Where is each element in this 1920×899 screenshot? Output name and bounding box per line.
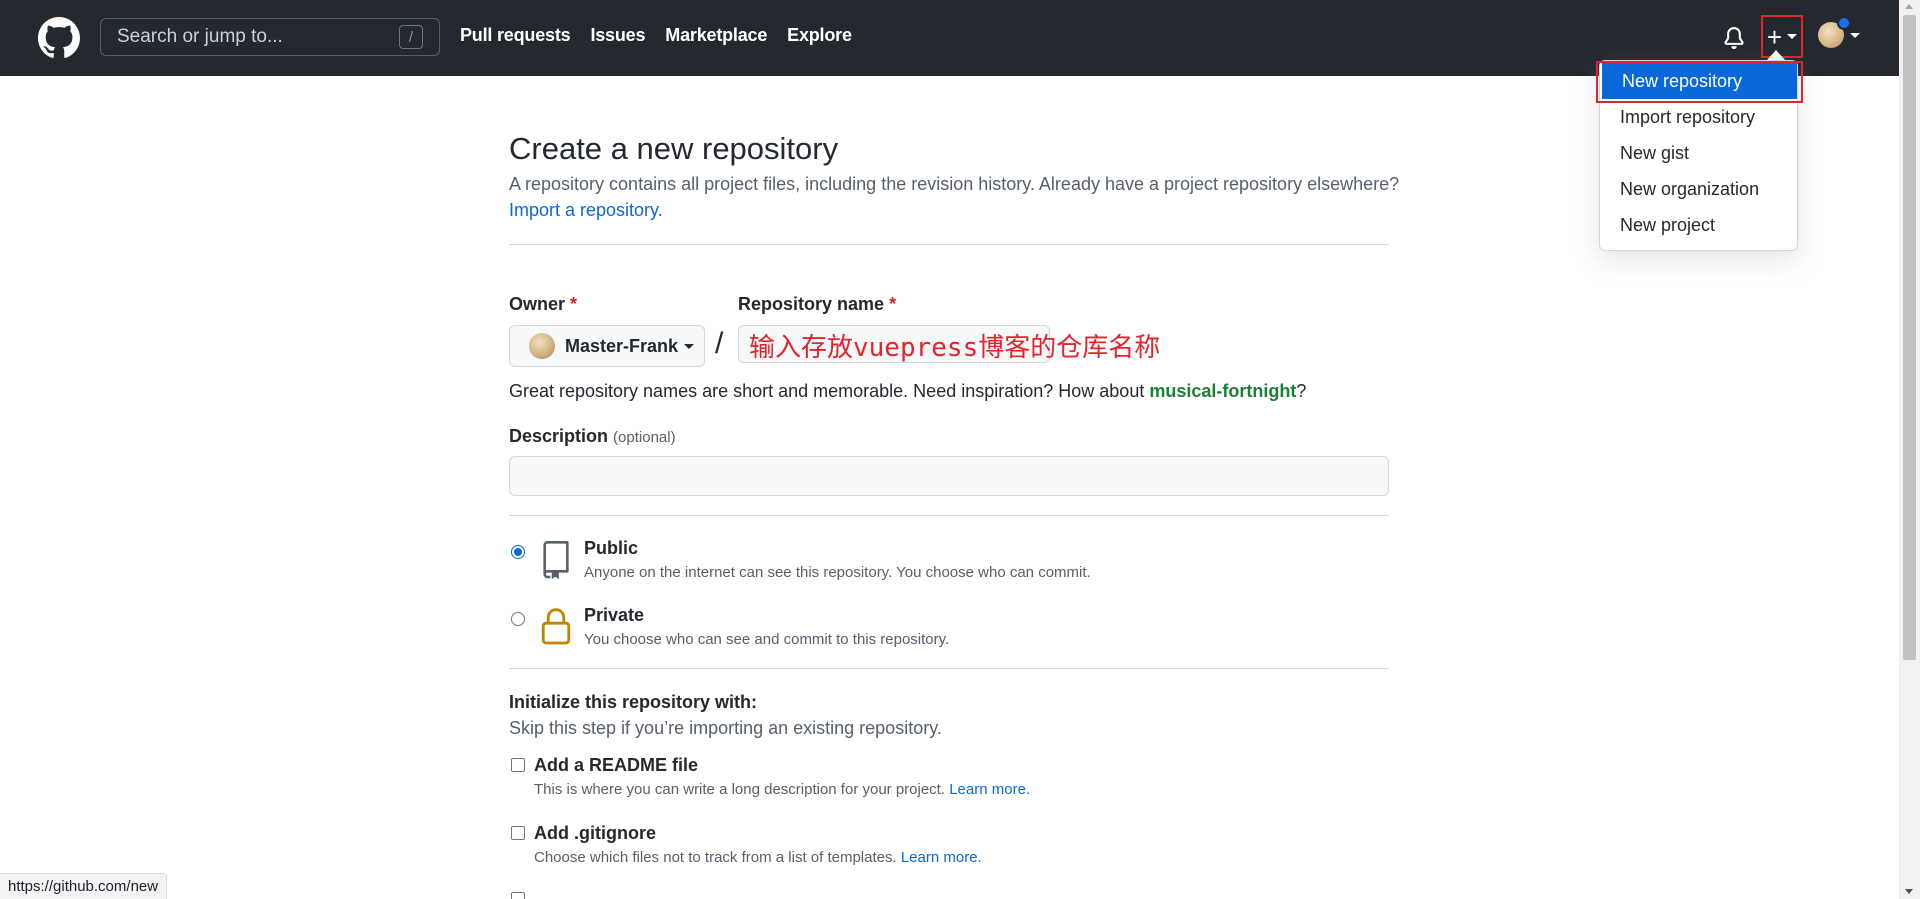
public-title: Public bbox=[584, 538, 639, 558]
readme-checkbox[interactable] bbox=[511, 758, 525, 772]
page-title: Create a new repository bbox=[509, 131, 839, 166]
gitignore-checkbox[interactable] bbox=[511, 826, 525, 840]
owner-select[interactable]: Master-Frank bbox=[509, 325, 705, 367]
menu-item-import-repository[interactable]: Import repository bbox=[1600, 99, 1797, 135]
page-subtitle: A repository contains all project files,… bbox=[509, 174, 1400, 194]
description-label: Description (optional) bbox=[509, 426, 676, 447]
caret-down-icon bbox=[1850, 32, 1860, 38]
gitignore-title: Add .gitignore bbox=[534, 823, 656, 843]
menu-item-new-project[interactable]: New project bbox=[1600, 207, 1797, 243]
github-logo-icon[interactable] bbox=[38, 17, 80, 59]
menu-item-new-gist[interactable]: New gist bbox=[1600, 135, 1797, 171]
nav-explore[interactable]: Explore bbox=[787, 25, 852, 46]
nav-marketplace[interactable]: Marketplace bbox=[665, 25, 767, 46]
user-menu-button[interactable] bbox=[1818, 16, 1860, 48]
hint-suffix: ? bbox=[1296, 381, 1307, 401]
gitignore-description-text: Choose which files not to track from a l… bbox=[534, 849, 897, 866]
notification-dot bbox=[1837, 16, 1851, 30]
create-new-dropdown: New repository Import repository New gis… bbox=[1599, 60, 1798, 251]
header-nav: Pull requests Issues Marketplace Explore bbox=[460, 25, 852, 46]
learn-more-link[interactable]: Learn more. bbox=[949, 781, 1030, 798]
private-radio[interactable] bbox=[511, 612, 525, 626]
description-label-text: Description bbox=[509, 426, 609, 446]
nav-issues[interactable]: Issues bbox=[590, 25, 645, 46]
init-title: Initialize this repository with: bbox=[509, 692, 758, 712]
plus-icon: + bbox=[1766, 21, 1783, 52]
init-subtitle: Skip this step if you’re importing an ex… bbox=[509, 718, 942, 738]
readme-title: Add a README file bbox=[534, 755, 699, 775]
search-placeholder: Search or jump to... bbox=[117, 26, 283, 47]
description-input[interactable] bbox=[509, 456, 1389, 496]
scroll-thumb[interactable] bbox=[1903, 15, 1916, 660]
scroll-up-arrow-icon[interactable] bbox=[1905, 4, 1913, 9]
lock-icon bbox=[541, 608, 571, 645]
menu-item-new-repository[interactable]: New repository bbox=[1602, 63, 1797, 99]
owner-repo-separator: / bbox=[715, 327, 724, 360]
search-input[interactable]: Search or jump to... / bbox=[100, 18, 440, 56]
annotation-text: 输入存放vuepress博客的仓库名称 bbox=[749, 333, 1161, 363]
search-shortcut-key: / bbox=[399, 25, 423, 49]
divider bbox=[509, 515, 1389, 516]
nav-pull-requests[interactable]: Pull requests bbox=[460, 25, 571, 46]
owner-avatar bbox=[529, 333, 555, 359]
dropdown-caret bbox=[1767, 50, 1785, 60]
private-title: Private bbox=[584, 605, 645, 625]
avatar bbox=[1818, 16, 1851, 48]
readme-description: This is where you can write a long descr… bbox=[534, 781, 1030, 798]
import-repository-link[interactable]: Import a repository. bbox=[509, 200, 663, 221]
gitignore-description: Choose which files not to track from a l… bbox=[534, 849, 982, 866]
scroll-down-arrow-icon[interactable] bbox=[1905, 889, 1913, 894]
caret-down-icon bbox=[684, 343, 695, 349]
divider bbox=[509, 668, 1389, 669]
learn-more-link[interactable]: Learn more. bbox=[901, 849, 982, 866]
repo-name-label-text: Repository name bbox=[738, 294, 885, 314]
public-description: Anyone on the internet can see this repo… bbox=[584, 564, 1091, 581]
optional-tag: (optional) bbox=[613, 429, 676, 446]
hint-text: Great repository names are short and mem… bbox=[509, 381, 1150, 401]
owner-label: Owner * bbox=[509, 294, 577, 315]
owner-label-text: Owner bbox=[509, 294, 566, 314]
private-description: You choose who can see and commit to thi… bbox=[584, 631, 950, 648]
owner-name: Master-Frank bbox=[565, 335, 679, 356]
public-radio[interactable] bbox=[511, 545, 525, 559]
scrollbar[interactable] bbox=[1899, 0, 1920, 899]
caret-down-icon bbox=[1787, 34, 1798, 39]
repo-icon bbox=[543, 541, 569, 580]
divider bbox=[509, 244, 1389, 245]
repo-name-label: Repository name * bbox=[738, 294, 896, 315]
required-mark: * bbox=[570, 294, 578, 314]
license-checkbox[interactable] bbox=[511, 892, 525, 899]
readme-description-text: This is where you can write a long descr… bbox=[534, 781, 946, 798]
name-suggestion[interactable]: musical-fortnight bbox=[1149, 381, 1296, 401]
required-mark: * bbox=[889, 294, 897, 314]
status-url: https://github.com/new bbox=[0, 873, 168, 899]
menu-item-new-organization[interactable]: New organization bbox=[1600, 171, 1797, 207]
repo-name-hint: Great repository names are short and mem… bbox=[509, 381, 1306, 402]
bell-icon[interactable] bbox=[1723, 26, 1745, 50]
